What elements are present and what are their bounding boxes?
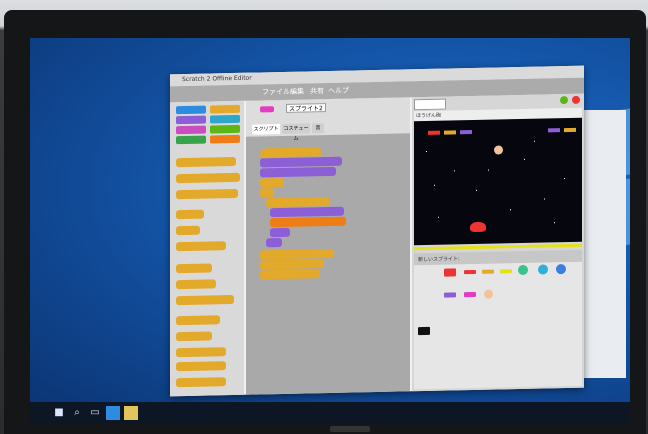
- palette-block[interactable]: [176, 209, 204, 220]
- new-sprite-label: 新しいスプライト:: [418, 256, 460, 264]
- palette-block[interactable]: [176, 361, 226, 372]
- script-block[interactable]: [260, 147, 322, 158]
- scratch-window: Scratch 2 Offline Editor ファイル 編集 共有 ヘルプ: [170, 65, 584, 397]
- sprite-thumb[interactable]: [444, 292, 456, 298]
- new-sprite-bar: 新しいスプライト:: [414, 249, 582, 266]
- script-block[interactable]: [266, 237, 282, 248]
- project-title-field[interactable]: [414, 98, 446, 111]
- enemy-bar: [460, 130, 472, 135]
- script-block[interactable]: [260, 156, 342, 168]
- script-area[interactable]: スプライト2 スクリプト コスチューム 音: [246, 97, 410, 395]
- script-block[interactable]: [260, 188, 274, 198]
- category-operators[interactable]: [210, 124, 240, 134]
- palette-block[interactable]: [176, 331, 212, 342]
- palette-block[interactable]: [176, 156, 236, 168]
- palette-block[interactable]: [176, 347, 226, 358]
- stop-button[interactable]: [572, 95, 580, 104]
- sprite-thumb[interactable]: [518, 264, 528, 276]
- block-palette: [170, 100, 244, 397]
- sprite-thumb[interactable]: [444, 268, 456, 277]
- enemy-bar: [564, 127, 576, 133]
- sprite-info-header: スプライト2 スクリプト コスチューム 音: [246, 97, 410, 142]
- menu-file[interactable]: ファイル: [262, 86, 290, 99]
- stage-thumb[interactable]: [418, 326, 430, 336]
- palette-block[interactable]: [176, 279, 216, 290]
- script-block[interactable]: [260, 177, 284, 188]
- sprite-pane: 新しいスプライト:: [414, 249, 582, 390]
- stage[interactable]: [414, 117, 582, 246]
- palette-block[interactable]: [176, 172, 240, 184]
- crab-sprite: [470, 221, 486, 233]
- category-events[interactable]: [210, 104, 240, 114]
- stage-panel: ほうげん砲 新しいスプライト:: [412, 93, 584, 392]
- category-sensing[interactable]: [210, 114, 240, 124]
- windows-icon[interactable]: ■: [52, 406, 66, 420]
- tab-sounds[interactable]: 音: [312, 123, 324, 134]
- script-block[interactable]: [266, 196, 330, 208]
- enemy-bar: [444, 130, 456, 135]
- sprite-thumb[interactable]: [482, 269, 494, 274]
- category-looks[interactable]: [176, 115, 206, 125]
- sprite-thumb[interactable]: [464, 269, 476, 275]
- sprite-thumb[interactable]: [556, 264, 566, 275]
- palette-block[interactable]: [176, 315, 220, 326]
- monitor-logo: [330, 426, 370, 432]
- enemy-bar: [548, 128, 560, 133]
- search-icon[interactable]: ⌕: [70, 406, 84, 420]
- category-motion[interactable]: [176, 105, 206, 115]
- sprite-thumb[interactable]: [484, 289, 493, 299]
- palette-block[interactable]: [176, 188, 238, 200]
- palette-block[interactable]: [176, 241, 226, 252]
- tab-scripts[interactable]: スクリプト: [252, 124, 280, 135]
- sprite-thumb[interactable]: [500, 269, 512, 274]
- category-pen[interactable]: [176, 135, 206, 145]
- tab-costumes[interactable]: コスチューム: [282, 123, 310, 142]
- stage-label: ほうげん砲: [416, 112, 442, 120]
- menu-share[interactable]: 共有: [310, 85, 324, 97]
- sprite-name-field[interactable]: スプライト2: [286, 103, 326, 113]
- script-block[interactable]: [270, 216, 346, 228]
- palette-block[interactable]: [176, 263, 212, 274]
- script-block[interactable]: [270, 206, 344, 218]
- script-block[interactable]: [260, 269, 320, 280]
- script-block[interactable]: [260, 259, 324, 270]
- script-block[interactable]: [270, 227, 290, 238]
- face-sprite: [494, 145, 503, 155]
- task-view-icon[interactable]: ▭: [88, 406, 102, 420]
- folder-icon[interactable]: [124, 406, 138, 420]
- menu-edit[interactable]: 編集: [290, 86, 304, 98]
- windows-taskbar: ■ ⌕ ▭: [30, 402, 630, 424]
- enemy-bar: [428, 130, 440, 135]
- script-block[interactable]: [260, 166, 336, 178]
- category-data[interactable]: [210, 134, 240, 144]
- script-block[interactable]: [260, 248, 334, 260]
- app-icon[interactable]: [106, 406, 120, 420]
- sprite-thumb[interactable]: [538, 264, 548, 275]
- sprite-thumbnail: [260, 106, 274, 113]
- background-window: [584, 110, 626, 378]
- sprite-thumb[interactable]: [464, 291, 476, 298]
- category-sound[interactable]: [176, 125, 206, 135]
- palette-block[interactable]: [176, 377, 226, 388]
- palette-block[interactable]: [176, 294, 234, 306]
- palette-block[interactable]: [176, 225, 200, 236]
- green-flag-button[interactable]: [560, 95, 568, 105]
- menu-help[interactable]: ヘルプ: [328, 85, 349, 97]
